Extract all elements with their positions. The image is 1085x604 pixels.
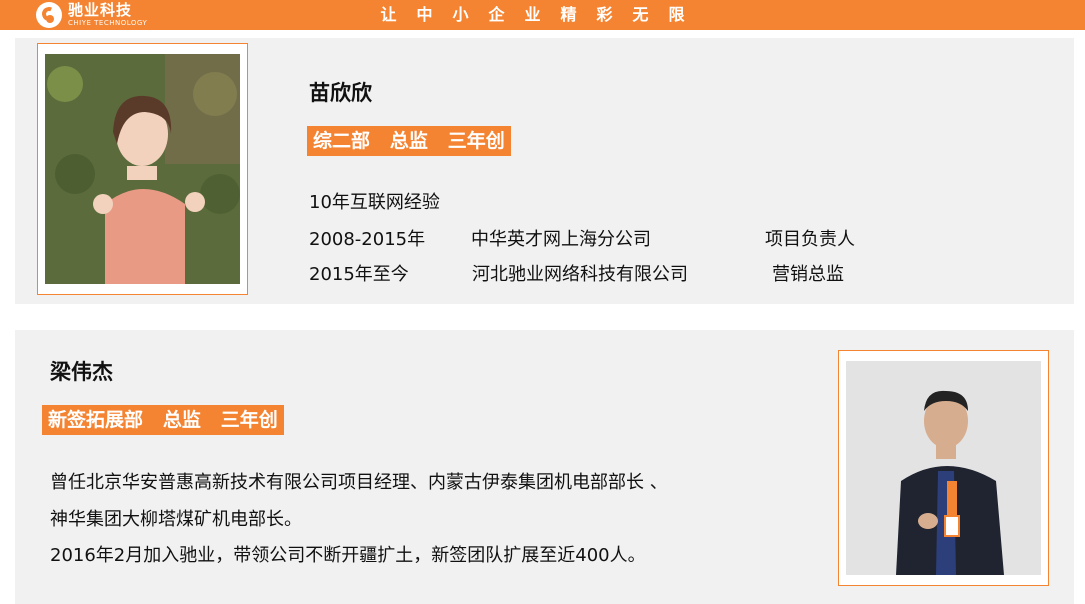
- profile-photo: [45, 54, 240, 284]
- experience-text: 10年互联网经验: [309, 192, 440, 213]
- profile-name: 梁伟杰: [50, 360, 113, 384]
- profile-card-miao: 苗欣欣 综二部 总监 三年创 10年互联网经验 2008-2015年 中华英才网…: [15, 38, 1074, 304]
- history-company: 中华英才网上海分公司: [471, 229, 651, 250]
- history-period: 2008-2015年: [309, 229, 426, 250]
- profile-title-badge: 综二部 总监 三年创: [307, 126, 511, 156]
- bio-line: 曾任北京华安普惠高新技术有限公司项目经理、内蒙古伊泰集团机电部部长 、: [50, 472, 668, 493]
- history-role: 营销总监: [772, 264, 844, 285]
- profile-photo-frame: [37, 43, 248, 295]
- profile-name: 苗欣欣: [309, 81, 372, 105]
- top-banner: 驰业科技 CHIYE TECHNOLOGY 让中小企业精彩无限: [0, 0, 1085, 30]
- profile-title-badge: 新签拓展部 总监 三年创: [42, 405, 284, 435]
- profile-photo: [846, 361, 1041, 575]
- bio-line: 2016年2月加入驰业，带领公司不断开疆扩土，新签团队扩展至近400人。: [50, 545, 646, 566]
- profile-card-liang: 梁伟杰 新签拓展部 总监 三年创 曾任北京华安普惠高新技术有限公司项目经理、内蒙…: [15, 330, 1074, 604]
- history-period: 2015年至今: [309, 264, 409, 285]
- bio-line: 神华集团大柳塔煤矿机电部长。: [50, 509, 302, 530]
- history-company: 河北驰业网络科技有限公司: [472, 264, 688, 285]
- history-role: 项目负责人: [765, 229, 855, 250]
- slogan: 让中小企业精彩无限: [380, 5, 705, 24]
- profile-photo-frame: [838, 350, 1049, 586]
